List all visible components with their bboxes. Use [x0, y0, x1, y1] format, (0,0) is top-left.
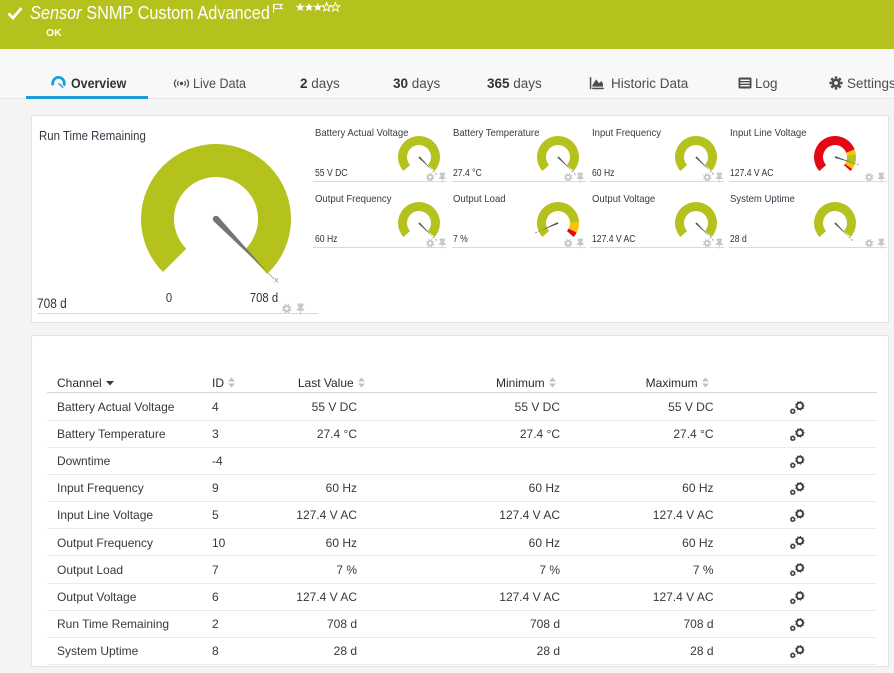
svg-text:x: x	[274, 274, 279, 284]
